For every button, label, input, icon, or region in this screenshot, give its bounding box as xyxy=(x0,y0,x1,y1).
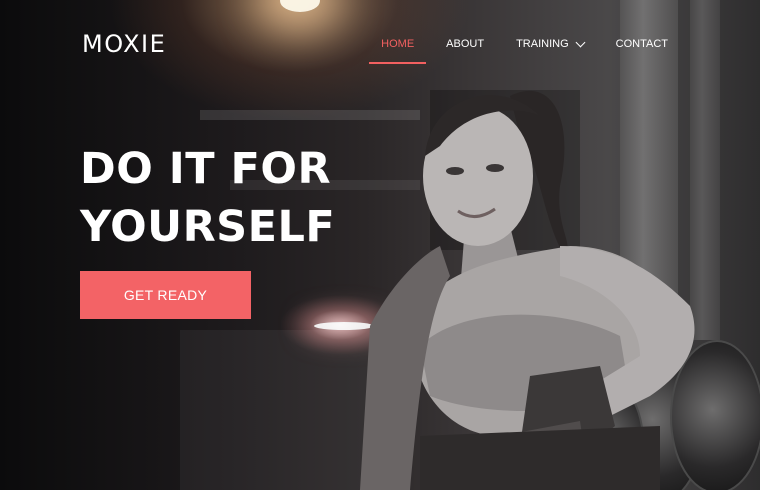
main-navigation: HOME ABOUT TRAINING CONTACT xyxy=(349,37,668,64)
brand-logo[interactable]: MOXIE xyxy=(82,30,166,58)
nav-item-contact[interactable]: CONTACT xyxy=(616,38,668,64)
hero-headline: DO IT FOR YOURSELF xyxy=(80,140,380,256)
nav-item-about[interactable]: ABOUT xyxy=(446,38,484,64)
nav-item-label: HOME xyxy=(381,38,415,50)
hero-headline-line: YOURSELF xyxy=(80,202,336,252)
background-rack xyxy=(180,330,380,490)
nav-item-label: ABOUT xyxy=(446,38,485,50)
hero-headline-line: DO IT FOR xyxy=(80,144,332,194)
nav-item-label: CONTACT xyxy=(615,38,668,50)
chevron-down-icon xyxy=(575,37,586,48)
get-ready-button[interactable]: GET READY xyxy=(80,271,251,319)
nav-item-training[interactable]: TRAINING xyxy=(516,37,586,64)
nav-item-home[interactable]: HOME xyxy=(369,38,427,64)
hero-section: MOXIE HOME ABOUT TRAINING CONTACT DO IT … xyxy=(0,0,760,490)
light-flare xyxy=(280,0,320,12)
nav-item-label: TRAINING xyxy=(516,38,569,50)
athlete-photo xyxy=(360,76,760,490)
